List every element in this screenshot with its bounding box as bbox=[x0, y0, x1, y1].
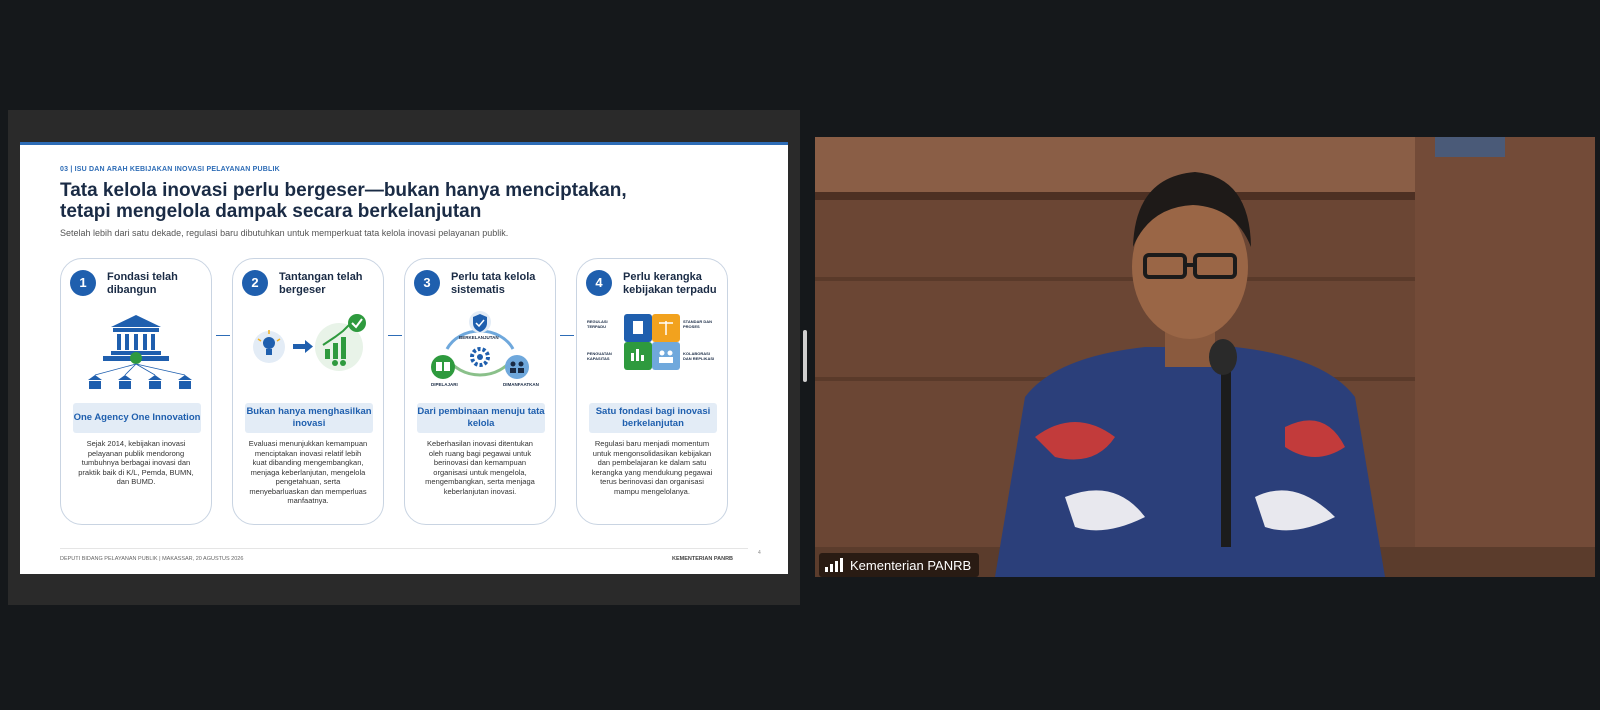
connector-line bbox=[560, 335, 574, 336]
speaker-video-frame bbox=[815, 137, 1595, 577]
card-1: 1 Fondasi telah dibangun One Agency One … bbox=[60, 258, 212, 525]
screen-share-panel: 03 | ISU DAN ARAH KEBIJAKAN INOVASI PELA… bbox=[8, 110, 800, 605]
building-icon bbox=[73, 309, 199, 395]
diagram-label-right: DIMANFAATKAN bbox=[503, 382, 539, 387]
card-title: Tantangan telah bergeser bbox=[279, 271, 363, 296]
card-number: 2 bbox=[242, 270, 268, 296]
puzzle-label-br: KOLABORASI DAN REPLIKASI bbox=[683, 351, 715, 361]
card-3: 3 Perlu tata kelola sistematis BERKELANJ… bbox=[404, 258, 556, 525]
book-icon bbox=[431, 355, 455, 379]
participant-name-label: Kementerian PANRB bbox=[819, 553, 980, 577]
card-label: Satu fondasi bagi inovasi berkelanjutan bbox=[589, 403, 717, 433]
speaker-video-tile[interactable] bbox=[815, 137, 1595, 577]
slide-subtitle: Setelah lebih dari satu dekade, regulasi… bbox=[60, 228, 509, 238]
card-label: Dari pembinaan menuju tata kelola bbox=[417, 403, 545, 433]
presentation-slide: 03 | ISU DAN ARAH KEBIJAKAN INOVASI PELA… bbox=[20, 142, 788, 574]
diagram-label-left: DIPELAJARI bbox=[431, 382, 458, 387]
card-description: Regulasi baru menjadi momentum untuk men… bbox=[591, 439, 713, 496]
card-number: 1 bbox=[70, 270, 96, 296]
connector-line bbox=[388, 335, 402, 336]
slide-footer-divider bbox=[60, 548, 748, 549]
slide-footer-left: DEPUTI BIDANG PELAYANAN PUBLIK | MAKASSA… bbox=[60, 556, 244, 562]
card-description: Keberhasilan inovasi ditentukan oleh rua… bbox=[425, 439, 535, 496]
people-icon bbox=[505, 355, 529, 379]
slide-footer-right: KEMENTERIAN PANRB bbox=[672, 556, 734, 562]
participant-name: Kementerian PANRB bbox=[850, 557, 972, 573]
slide-title: Tata kelola inovasi perlu bergeser—bukan… bbox=[60, 180, 627, 222]
innovation-illustration bbox=[245, 309, 371, 395]
card-4: 4 Perlu kerangka kebijakan terpadu REGUL… bbox=[576, 258, 728, 525]
card-description: Evaluasi menunjukkan kemampuan menciptak… bbox=[248, 439, 368, 505]
card-number: 4 bbox=[586, 270, 612, 296]
puzzle-icon: REGULASI TERPADU STANDAR DAN PROSES PENG… bbox=[587, 309, 715, 395]
check-icon bbox=[348, 314, 366, 332]
connector-line bbox=[216, 335, 230, 336]
panel-resize-handle[interactable] bbox=[803, 330, 807, 382]
puzzle-label-tr: STANDAR DAN PROSES bbox=[683, 319, 713, 329]
slide-page-number: 4 bbox=[758, 550, 761, 556]
cycle-diagram: BERKELANJUTAN DIPELAJARI DIMANFAATKAN bbox=[417, 309, 543, 395]
signal-bars-icon bbox=[825, 558, 843, 572]
card-title: Fondasi telah dibangun bbox=[107, 271, 178, 296]
card-title: Perlu tata kelola sistematis bbox=[451, 271, 536, 296]
puzzle-label-tl: REGULASI TERPADU bbox=[587, 319, 608, 329]
arrow-right-icon bbox=[293, 340, 313, 353]
card-label: Bukan hanya menghasilkan inovasi bbox=[245, 403, 373, 433]
card-number: 3 bbox=[414, 270, 440, 296]
card-title: Perlu kerangka kebijakan terpadu bbox=[623, 271, 717, 296]
diagram-label-top: BERKELANJUTAN bbox=[459, 335, 499, 340]
puzzle-label-bl: PENGUATAN KAPASITAS bbox=[587, 351, 612, 361]
lightbulb-icon bbox=[253, 330, 285, 363]
section-label: 03 | ISU DAN ARAH KEBIJAKAN INOVASI PELA… bbox=[60, 166, 280, 173]
card-description: Sejak 2014, kebijakan inovasi pelayanan … bbox=[78, 439, 194, 486]
card-2: 2 Tantangan telah bergeser Bukan hanya m… bbox=[232, 258, 384, 525]
card-label: One Agency One Innovation bbox=[73, 403, 201, 433]
shield-icon bbox=[469, 311, 491, 333]
gear-icon bbox=[470, 347, 490, 367]
slide-top-bar bbox=[20, 142, 788, 145]
